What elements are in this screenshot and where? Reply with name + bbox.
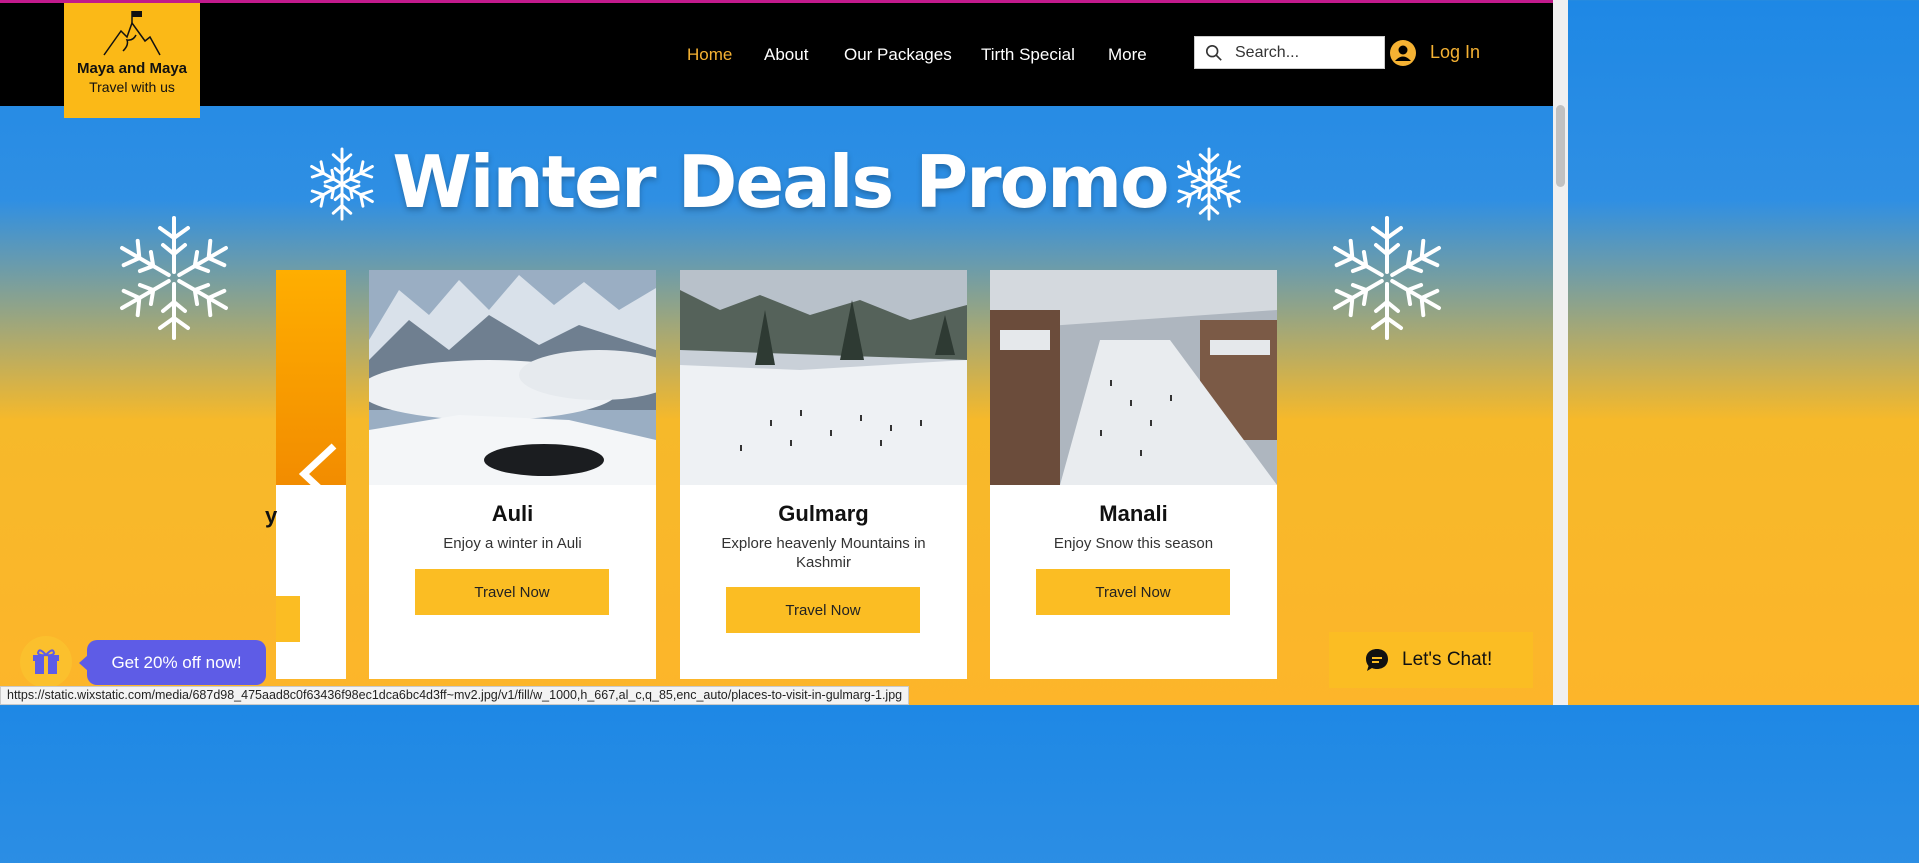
scrollbar-thumb[interactable] xyxy=(1556,105,1565,187)
travel-now-button[interactable]: Travel Now xyxy=(415,569,609,615)
site-header: Home About Our Packages Tirth Special Mo… xyxy=(0,3,1553,106)
mountain-flag-icon xyxy=(103,11,161,56)
offer-button[interactable]: Get 20% off now! xyxy=(87,640,266,685)
snowflake-icon xyxy=(305,147,379,221)
gift-icon xyxy=(33,649,59,674)
site-logo[interactable]: Maya and Maya Travel with us xyxy=(64,3,200,118)
destination-card-manali[interactable]: Manali Enjoy Snow this season Travel Now xyxy=(990,270,1277,679)
card-description: Enjoy a winter in Auli xyxy=(443,535,582,552)
promo-title: Winter Deals Promo xyxy=(392,140,1169,224)
card-title: y xyxy=(265,503,278,528)
chat-label: Let's Chat! xyxy=(1402,649,1493,670)
nav-home[interactable]: Home xyxy=(687,45,732,65)
chat-button[interactable]: Let's Chat! xyxy=(1329,632,1533,688)
travel-now-button[interactable]: Travel Now xyxy=(1036,569,1230,615)
login-link[interactable]: Log In xyxy=(1430,42,1480,63)
gift-button[interactable] xyxy=(20,636,72,688)
nav-tirth-special[interactable]: Tirth Special xyxy=(981,45,1075,65)
card-description: Explore heavenly Mountains in Kashmir xyxy=(721,535,926,571)
card-title: Gulmarg xyxy=(778,501,869,526)
destination-card-gulmarg[interactable]: Gulmarg Explore heavenly Mountains in Ka… xyxy=(680,270,967,679)
travel-now-button[interactable]: Travel Now xyxy=(726,587,920,633)
card-image xyxy=(990,270,1277,485)
brand-tagline: Travel with us xyxy=(89,79,175,95)
search-icon xyxy=(1205,44,1222,61)
nav-our-packages[interactable]: Our Packages xyxy=(844,45,952,65)
chevron-left-icon[interactable] xyxy=(296,442,340,506)
destination-card-auli[interactable]: Auli Enjoy a winter in Auli Travel Now xyxy=(369,270,656,679)
snowflake-icon xyxy=(113,216,235,340)
card-image xyxy=(680,270,967,485)
search-box[interactable] xyxy=(1194,36,1385,69)
status-bar-url: https://static.wixstatic.com/media/687d9… xyxy=(0,686,910,705)
card-title: Auli xyxy=(491,501,534,526)
chat-bubble-icon xyxy=(1366,649,1388,671)
nav-about[interactable]: About xyxy=(764,45,808,65)
card-title: Manali xyxy=(1099,501,1168,526)
travel-now-button[interactable] xyxy=(276,596,300,642)
user-avatar-icon[interactable] xyxy=(1390,40,1416,66)
nav-more[interactable]: More xyxy=(1108,45,1147,65)
card-image xyxy=(369,270,656,485)
snowflake-icon xyxy=(1326,216,1448,340)
brand-name: Maya and Maya xyxy=(76,60,188,77)
snowflake-icon xyxy=(1172,147,1246,221)
card-description: Enjoy Snow this season xyxy=(1053,535,1214,552)
search-input[interactable] xyxy=(1233,42,1377,63)
